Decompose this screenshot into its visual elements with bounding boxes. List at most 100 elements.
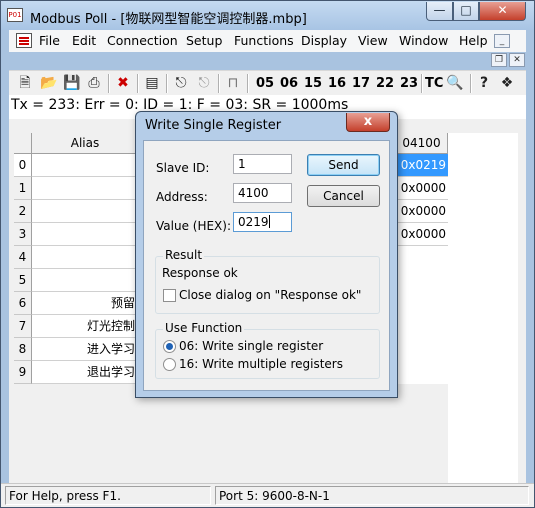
- write-single-register-dialog: Write Single Register x Slave ID: 1 Addr…: [135, 111, 398, 398]
- delete-icon[interactable]: ✖: [115, 75, 131, 91]
- menu-edit[interactable]: Edit: [72, 33, 96, 48]
- row-number[interactable]: 4: [14, 246, 32, 269]
- minimize-button[interactable]: —: [426, 2, 453, 21]
- result-group: [155, 256, 380, 314]
- menu-file[interactable]: File: [39, 33, 60, 48]
- function-group: [155, 329, 380, 379]
- close-on-ok-label[interactable]: Close dialog on "Response ok": [179, 288, 361, 302]
- row-number[interactable]: 6: [14, 292, 32, 315]
- fc05-button[interactable]: 05: [256, 76, 274, 91]
- alias-column-header[interactable]: Alias: [32, 133, 139, 154]
- title-bar[interactable]: P01 Modbus Poll - [物联网型智能空调控制器.mbp] — □ …: [1, 1, 534, 30]
- toolbar-separator: [108, 74, 109, 93]
- row-number[interactable]: 0: [14, 154, 32, 177]
- menu-window[interactable]: Window: [399, 33, 448, 48]
- value-hex-field[interactable]: 0219: [233, 212, 292, 232]
- slave-id-field[interactable]: 1: [233, 154, 292, 174]
- row-number[interactable]: 7: [14, 315, 32, 338]
- alias-cell[interactable]: [32, 223, 139, 246]
- port-status: Port 5: 9600-8-N-1: [215, 486, 529, 505]
- menu-bar: File Edit Connection Setup Functions Dis…: [9, 30, 526, 52]
- fc16-button[interactable]: 16: [328, 76, 346, 91]
- pulse-icon[interactable]: ⊓: [225, 75, 241, 91]
- save-icon[interactable]: 💾: [63, 75, 80, 91]
- toolbar-separator: [470, 74, 471, 93]
- grid-corner[interactable]: [14, 133, 32, 154]
- mdi-minimize-button[interactable]: _: [494, 34, 510, 48]
- alias-cell[interactable]: 灯光控制: [32, 315, 139, 338]
- alias-cell[interactable]: 退出学习: [32, 361, 139, 384]
- toolbar-separator: [218, 74, 219, 93]
- menu-help[interactable]: Help: [459, 33, 488, 48]
- document-icon[interactable]: [16, 33, 32, 48]
- alias-cell[interactable]: [32, 269, 139, 292]
- text-caret: [268, 215, 270, 228]
- result-group-title: Result: [163, 248, 205, 262]
- alias-cell[interactable]: 进入学习: [32, 338, 139, 361]
- maximize-button[interactable]: □: [453, 2, 479, 21]
- row-number[interactable]: 8: [14, 338, 32, 361]
- fc17-button[interactable]: 17: [352, 76, 370, 91]
- fc15-button[interactable]: 15: [304, 76, 322, 91]
- grid-value-fill: [396, 246, 448, 384]
- row-number[interactable]: 5: [14, 269, 32, 292]
- tc-button[interactable]: TC: [425, 76, 443, 91]
- menu-connection[interactable]: Connection: [107, 33, 178, 48]
- alias-cell[interactable]: [32, 200, 139, 223]
- help-icon[interactable]: ?: [476, 75, 492, 91]
- value-cell[interactable]: 0x0000: [396, 200, 448, 223]
- connect-icon[interactable]: ⎋: [173, 75, 189, 91]
- dialog-title: Write Single Register: [145, 118, 282, 133]
- value-cell[interactable]: 0x0219: [396, 154, 448, 177]
- menu-display[interactable]: Display: [301, 33, 347, 48]
- row-number[interactable]: 2: [14, 200, 32, 223]
- fc23-button[interactable]: 23: [400, 76, 418, 91]
- value-cell[interactable]: 0x0000: [396, 223, 448, 246]
- fc06-radio-label[interactable]: 06: Write single register: [179, 339, 323, 353]
- dialog-body: Slave ID: 1 Address: 4100 Value (HEX): 0…: [143, 140, 390, 391]
- status-bar: For Help, press F1. Port 5: 9600-8-N-1: [1, 483, 534, 507]
- alias-cell[interactable]: [32, 154, 139, 177]
- monitor-icon[interactable]: 🔍: [446, 75, 463, 91]
- help-hint: For Help, press F1.: [5, 486, 211, 505]
- context-help-icon[interactable]: ❖: [499, 75, 515, 91]
- close-button[interactable]: ✕: [479, 2, 526, 21]
- window-icon[interactable]: ▤: [144, 75, 160, 91]
- toolbar-separator: [166, 74, 167, 93]
- send-button[interactable]: Send: [307, 154, 380, 176]
- close-on-ok-checkbox[interactable]: [163, 289, 176, 302]
- print-icon[interactable]: ⎙: [86, 75, 102, 91]
- open-folder-icon[interactable]: 📂: [40, 75, 57, 91]
- value-hex-text: 0219: [238, 215, 269, 229]
- menu-setup[interactable]: Setup: [186, 33, 222, 48]
- fc22-button[interactable]: 22: [376, 76, 394, 91]
- mdi-restore-button[interactable]: ❐: [491, 53, 507, 67]
- toolbar: 🗎 📂 💾 ⎙ ✖ ▤ ⎋ ⎋ ⊓ 05 06 15 16 17 22 23 T…: [9, 70, 526, 95]
- fc16-radio[interactable]: [163, 358, 176, 371]
- address-column-header[interactable]: 04100: [396, 133, 448, 154]
- fc16-radio-label[interactable]: 16: Write multiple registers: [179, 357, 343, 371]
- row-number[interactable]: 3: [14, 223, 32, 246]
- result-text: Response ok: [162, 266, 238, 280]
- mdi-close-button[interactable]: ✕: [509, 53, 525, 67]
- alias-cell[interactable]: [32, 177, 139, 200]
- fc06-radio[interactable]: [163, 340, 176, 353]
- address-field[interactable]: 4100: [233, 183, 292, 203]
- menu-view[interactable]: View: [358, 33, 388, 48]
- grid-right-fill: [448, 133, 518, 483]
- window-title: Modbus Poll - [物联网型智能空调控制器.mbp]: [30, 12, 307, 27]
- function-group-title: Use Function: [163, 321, 245, 335]
- alias-cell[interactable]: 预留: [32, 292, 139, 315]
- alias-cell[interactable]: [32, 246, 139, 269]
- cancel-button[interactable]: Cancel: [307, 185, 380, 207]
- fc06-button[interactable]: 06: [280, 76, 298, 91]
- slave-id-label: Slave ID:: [156, 161, 210, 175]
- disconnect-icon[interactable]: ⎋: [196, 75, 212, 91]
- row-number[interactable]: 9: [14, 361, 32, 384]
- row-number[interactable]: 1: [14, 177, 32, 200]
- app-logo-icon: P01: [7, 8, 23, 22]
- dialog-close-button[interactable]: x: [346, 113, 390, 132]
- new-file-icon[interactable]: 🗎: [17, 75, 33, 91]
- value-cell[interactable]: 0x0000: [396, 177, 448, 200]
- menu-functions[interactable]: Functions: [234, 33, 294, 48]
